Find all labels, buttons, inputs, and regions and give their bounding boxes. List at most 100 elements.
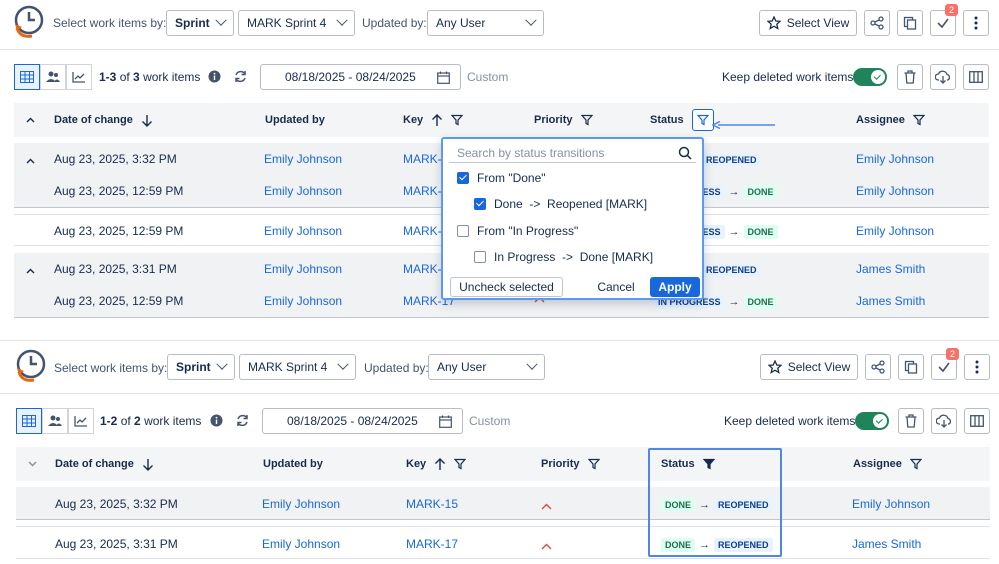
filter-group-done-label: From "Done" [477,171,546,185]
share-button[interactable] [864,10,890,36]
col-priority[interactable]: Priority [541,447,600,481]
sprint-dropdown[interactable]: MARK Sprint 4 [239,354,356,380]
more-button[interactable] [963,10,989,36]
bottom-panel: Select work items by: Sprint MARK Sprint… [0,344,999,564]
download-button[interactable] [931,408,957,434]
row-user-link[interactable]: Emily Johnson [262,497,340,511]
table-icon [22,415,36,427]
select-by-dropdown[interactable]: Sprint [166,10,234,36]
group-view-button[interactable] [42,408,68,434]
chart-view-button[interactable] [66,64,92,90]
more-button[interactable] [964,354,990,380]
select-view-button[interactable]: Select View [759,10,857,36]
row-assignee-link[interactable]: Emily Johnson [856,224,934,238]
checkbox-unchecked[interactable] [457,225,469,237]
col-key[interactable]: Key [406,447,466,481]
col-date[interactable]: Date of change [55,447,154,481]
row-user-link[interactable]: Emily Johnson [262,537,340,551]
columns-button[interactable] [964,408,990,434]
row-user-link[interactable]: Emily Johnson [264,294,342,308]
filter-icon[interactable] [454,458,466,470]
row-key-link[interactable]: MARK- [403,152,442,166]
status-filter-dropdown: Search by status transitions From "Done"… [441,137,704,300]
checkbox-checked[interactable] [474,198,486,210]
row-status: REOPENED [702,262,761,277]
row-user-link[interactable]: Emily Johnson [264,152,342,166]
updated-by-dropdown[interactable]: Any User [427,10,544,36]
col-date[interactable]: Date of change [54,103,153,137]
filter-icon[interactable] [451,114,463,126]
checkbox-unchecked[interactable] [474,251,486,263]
filter-item-progress-done[interactable]: In Progress -> Done [MARK] [474,250,653,264]
sprint-dropdown[interactable]: MARK Sprint 4 [238,10,355,36]
table-view-button[interactable] [14,64,40,90]
select-by-label: Select work items by: [53,16,166,30]
row-user-link[interactable]: Emily Johnson [264,224,342,238]
refresh-icon[interactable] [233,69,248,87]
collapse-all-icon[interactable] [28,447,37,481]
collapse-all-icon[interactable] [26,103,35,137]
table-view-button[interactable] [16,408,42,434]
filter-item-done-reopened[interactable]: Done -> Reopened [MARK] [474,197,647,211]
delete-button[interactable] [898,408,924,434]
row-assignee-link[interactable]: James Smith [852,537,921,551]
notifications-button[interactable]: 2 [930,10,956,36]
status-to: REOPENED [702,153,761,167]
select-view-button[interactable]: Select View [760,354,858,380]
status-search-input[interactable]: Search by status transitions [449,143,696,163]
keep-deleted-toggle[interactable] [853,68,887,86]
row-assignee-link[interactable]: Emily Johnson [856,184,934,198]
col-key[interactable]: Key [403,103,463,137]
col-status[interactable]: Status [650,103,714,137]
row-key-link[interactable]: MARK- [403,262,442,276]
row-key-link[interactable]: MARK-17 [406,537,458,551]
filter-group-in-progress[interactable]: From "In Progress" [457,224,578,238]
cancel-button[interactable]: Cancel [591,277,641,297]
row-date: Aug 23, 2025, 12:59 PM [54,224,183,238]
row-key-link[interactable]: MARK-15 [406,497,458,511]
updated-by-value: Any User [436,16,485,30]
info-icon[interactable] [208,70,221,86]
notifications-button[interactable]: 2 [931,354,957,380]
delete-button[interactable] [897,64,923,90]
export-button[interactable] [897,10,923,36]
filter-icon[interactable] [913,114,925,126]
updated-by-dropdown[interactable]: Any User [428,354,545,380]
row-assignee-link[interactable]: Emily Johnson [852,497,930,511]
date-range-input[interactable]: 08/18/2025 - 08/24/2025 [260,64,461,90]
col-assignee[interactable]: Assignee [853,447,922,481]
sprint-value: MARK Sprint 4 [247,16,326,30]
filter-icon[interactable] [588,458,600,470]
filter-icon[interactable] [910,458,922,470]
share-button[interactable] [865,354,891,380]
group-view-button[interactable] [40,64,66,90]
col-assignee[interactable]: Assignee [856,103,925,137]
select-by-dropdown[interactable]: Sprint [167,354,235,380]
apply-button[interactable]: Apply [650,277,700,297]
row-key-link[interactable]: MARK- [403,224,442,238]
copy-icon [904,360,918,374]
filter-icon[interactable] [581,114,593,126]
row-assignee-link[interactable]: Emily Johnson [856,152,934,166]
info-icon[interactable] [210,414,223,430]
columns-button[interactable] [963,64,989,90]
export-button[interactable] [898,354,924,380]
col-updated-by[interactable]: Updated by [263,447,323,481]
collapse-group-icon[interactable] [26,153,35,167]
keep-deleted-toggle[interactable] [855,412,889,430]
row-assignee-link[interactable]: James Smith [856,294,925,308]
date-range-input[interactable]: 08/18/2025 - 08/24/2025 [262,408,463,434]
row-user-link[interactable]: Emily Johnson [264,262,342,276]
refresh-icon[interactable] [235,413,250,431]
row-assignee-link[interactable]: James Smith [856,262,925,276]
checkbox-checked[interactable] [457,172,469,184]
status-filter-button[interactable] [692,109,714,131]
col-priority[interactable]: Priority [534,103,593,137]
chart-view-button[interactable] [68,408,94,434]
download-button[interactable] [930,64,956,90]
row-user-link[interactable]: Emily Johnson [264,184,342,198]
col-updated-by[interactable]: Updated by [265,103,325,137]
collapse-group-icon[interactable] [26,263,35,277]
uncheck-selected-button[interactable]: Uncheck selected [450,277,563,297]
filter-group-done[interactable]: From "Done" [457,171,546,185]
